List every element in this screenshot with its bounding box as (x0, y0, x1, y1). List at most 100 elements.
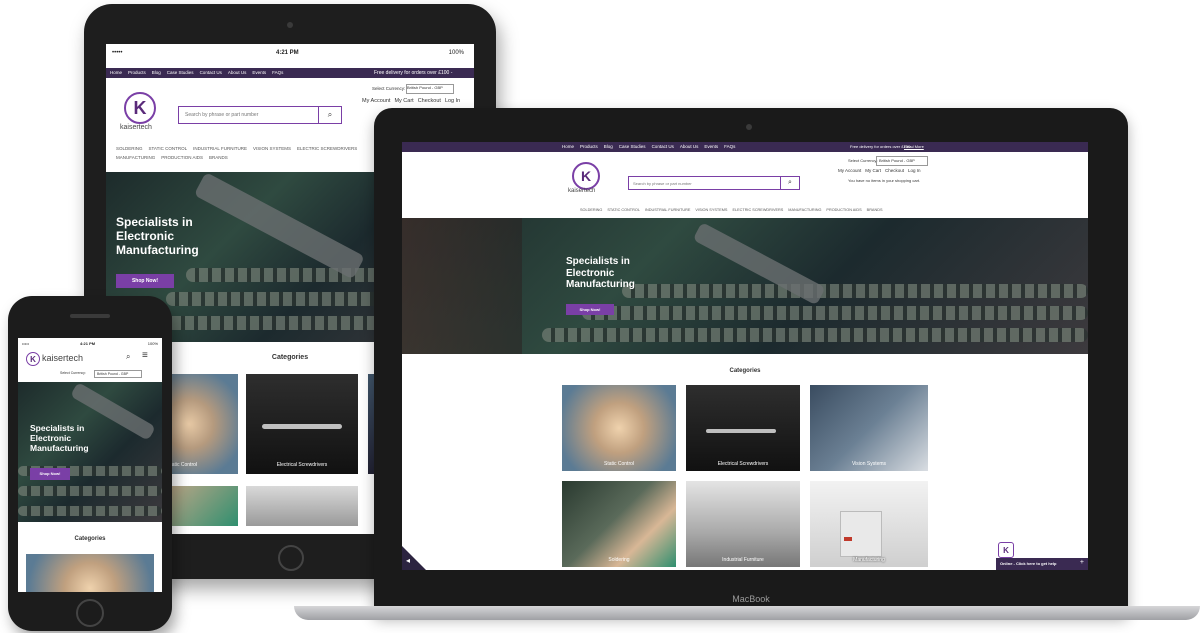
topnav-link-3[interactable]: Case Studies (619, 144, 646, 149)
phone-device: ••••• 4:21 PM 100% K kaisertech ⌕ ≡ Sele… (8, 296, 172, 631)
logo-icon[interactable]: K (26, 352, 40, 366)
category-nav-link-2[interactable]: INDUSTRIAL FURNITURE (645, 208, 690, 212)
topnav-link-7[interactable]: FAQs (272, 70, 283, 75)
category-tile-electrical-screwdrivers[interactable]: Electrical Screwdrivers (246, 374, 358, 474)
topnav-link-4[interactable]: Contact Us (652, 144, 674, 149)
account-link-3[interactable]: Log In (445, 98, 460, 104)
status-signal: ••••• (112, 50, 123, 56)
search-icon[interactable]: ⌕ (126, 352, 130, 362)
category-tile-industrial-furniture[interactable] (246, 486, 358, 526)
category-nav-link-5[interactable]: MANUFACTURING (116, 155, 155, 160)
chat-text: Online - Click here to get help (1000, 561, 1057, 566)
topnav-link-5[interactable]: About Us (228, 70, 247, 75)
hero-heading-line1: Specialists in (116, 215, 193, 229)
category-tile-industrial-furniture[interactable]: Industrial Furniture (686, 481, 800, 567)
category-nav-link-0[interactable]: SOLDERING (580, 208, 602, 212)
search-input[interactable]: Search by phrase or part number ⌕ (178, 106, 342, 124)
category-nav-link-7[interactable]: BRANDS (867, 208, 883, 212)
tablet-camera (287, 22, 293, 28)
topnav-link-5[interactable]: About Us (680, 144, 699, 149)
category-nav-link-5[interactable]: MANUFACTURING (788, 208, 821, 212)
account-link-3[interactable]: Log In (908, 168, 921, 173)
account-link-0[interactable]: My Account (362, 98, 390, 104)
category-tile-manufacturing[interactable]: Manufacturing (810, 481, 928, 567)
topnav-link-0[interactable]: Home (562, 144, 574, 149)
cart-message: You have no items in your shopping cart. (848, 178, 921, 183)
read-more-link[interactable]: Read More (904, 144, 924, 149)
search-input[interactable]: Search by phrase or part number ⌕ (628, 176, 800, 190)
logo-wordmark: kaisertech (120, 124, 152, 131)
search-icon[interactable]: ⌕ (780, 177, 799, 189)
phone-speaker (70, 314, 110, 318)
category-nav-link-2[interactable]: INDUSTRIAL FURNITURE (193, 146, 247, 151)
back-to-top-button[interactable]: ◂ (402, 546, 426, 570)
category-tile-static-control[interactable]: Static Control (562, 385, 676, 471)
category-tile-vision-systems[interactable]: Vision Systems (810, 385, 928, 471)
category-tile-static-control[interactable] (26, 554, 154, 592)
category-nav-link-4[interactable]: ELECTRIC SCREWDRIVERS (732, 208, 783, 212)
account-link-2[interactable]: Checkout (885, 168, 904, 173)
phone-screen: ••••• 4:21 PM 100% K kaisertech ⌕ ≡ Sele… (18, 338, 162, 592)
topnav-link-3[interactable]: Case Studies (167, 70, 194, 75)
category-nav-link-3[interactable]: VISION SYSTEMS (253, 146, 291, 151)
search-icon[interactable]: ⌕ (318, 107, 341, 123)
topnav-link-2[interactable]: Blog (604, 144, 613, 149)
phone-home-button[interactable] (76, 599, 104, 627)
account-link-0[interactable]: My Account (838, 168, 861, 173)
currency-label: Select Currency: (372, 86, 406, 91)
category-nav-link-1[interactable]: STATIC CONTROL (149, 146, 188, 151)
category-nav-link-0[interactable]: SOLDERING (116, 146, 143, 151)
account-link-1[interactable]: My Cart (394, 98, 413, 104)
topnav-link-1[interactable]: Products (128, 70, 146, 75)
hero-heading-line1: Specialists in (566, 256, 630, 267)
topnav-link-6[interactable]: Events (704, 144, 718, 149)
topnav-link-7[interactable]: FAQs (724, 144, 735, 149)
category-nav-link-7[interactable]: BRANDS (209, 155, 228, 160)
topnav-link-6[interactable]: Events (252, 70, 266, 75)
topnav-link-1[interactable]: Products (580, 144, 598, 149)
shop-now-button[interactable]: Shop Now! (116, 274, 174, 288)
chat-avatar-icon[interactable]: K (998, 542, 1014, 558)
logo-wordmark: kaisertech (568, 188, 596, 194)
currency-label: Select Currency: (60, 371, 86, 375)
account-link-2[interactable]: Checkout (418, 98, 441, 104)
delivery-text: Free delivery for orders over £100 - (374, 70, 453, 76)
logo-wordmark: kaisertech (42, 353, 84, 363)
menu-icon[interactable]: ≡ (142, 350, 148, 361)
shop-now-button[interactable]: Shop Now! (566, 304, 614, 315)
chat-widget[interactable]: Online - Click here to get help + (996, 558, 1088, 570)
hero-heading-line3: Manufacturing (30, 442, 89, 453)
topnav-link-4[interactable]: Contact Us (200, 70, 222, 75)
currency-select[interactable]: British Pound - GBP (876, 156, 928, 166)
laptop-brand-label: MacBook (732, 594, 770, 604)
currency-select[interactable]: British Pound - GBP (94, 370, 142, 378)
category-nav-link-3[interactable]: VISION SYSTEMS (695, 208, 727, 212)
status-battery: 100% (448, 50, 464, 56)
category-nav-link-6[interactable]: PRODUCTION AIDS (826, 208, 861, 212)
search-placeholder: Search by phrase or part number (633, 180, 692, 186)
category-tile-soldering[interactable]: Soldering (562, 481, 676, 567)
category-nav-link-1[interactable]: STATIC CONTROL (607, 208, 640, 212)
categories-title: Categories (74, 536, 106, 542)
category-tile-electrical-screwdrivers[interactable]: Electrical Screwdrivers (686, 385, 800, 471)
hero-heading-line3: Manufacturing (116, 242, 199, 257)
laptop-screen: Home Products Blog Case Studies Contact Us Ab… (402, 142, 1088, 570)
search-placeholder: Search by phrase or part number (185, 112, 259, 118)
laptop-lid: Home Products Blog Case Studies Contact Us Ab… (374, 108, 1128, 614)
hero-heading-line2: Electronic (566, 267, 615, 279)
hero-heading-line3: Manufacturing (566, 279, 635, 290)
tablet-home-button[interactable] (278, 545, 304, 571)
logo-icon[interactable]: K (572, 162, 600, 190)
topnav-link-0[interactable]: Home (110, 70, 122, 75)
logo-icon[interactable]: K (124, 92, 156, 124)
status-signal: ••••• (22, 341, 30, 346)
category-nav-link-4[interactable]: ELECTRIC SCREWDRIVERS (297, 146, 357, 151)
shop-now-button[interactable]: Shop Now! (30, 468, 70, 480)
account-link-1[interactable]: My Cart (865, 168, 881, 173)
topnav-link-2[interactable]: Blog (152, 70, 161, 75)
currency-select[interactable]: British Pound - GBP (406, 84, 454, 94)
laptop-camera (746, 124, 752, 130)
category-nav-link-6[interactable]: PRODUCTION AIDS (161, 155, 203, 160)
categories-title: Categories (729, 368, 761, 374)
chat-plus-icon[interactable]: + (1080, 559, 1084, 566)
